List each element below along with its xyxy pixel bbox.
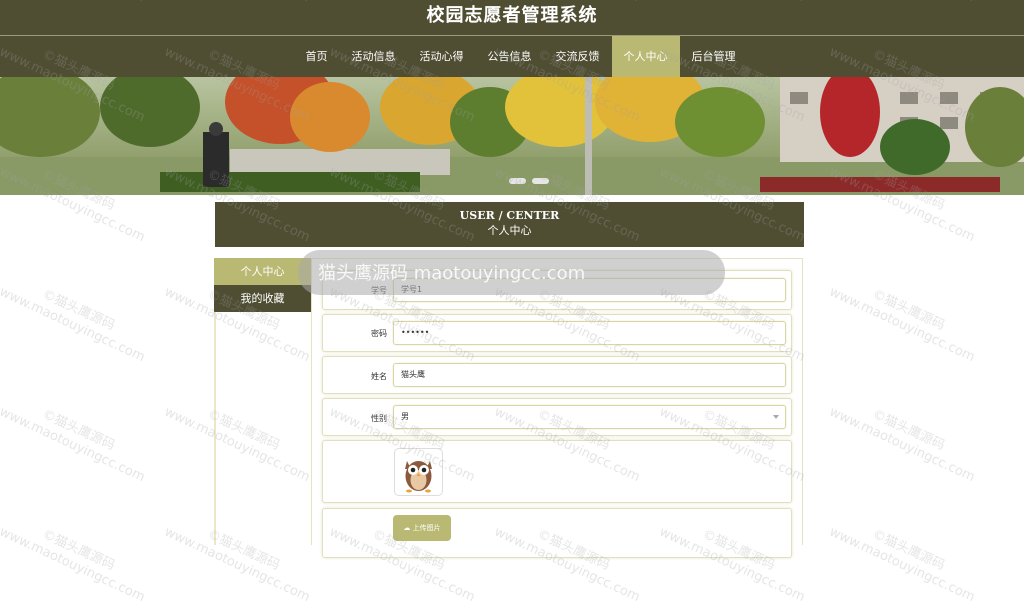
watermark-overlay-text: 猫头鹰源码 maotouyingcc.com	[318, 263, 586, 284]
owl-avatar-icon[interactable]	[394, 448, 443, 496]
watermark-line: ©猫头鹰源码	[869, 286, 947, 334]
nav-item-admin[interactable]: 后台管理	[680, 36, 748, 77]
watermark-line: ©猫头鹰源码	[204, 406, 282, 454]
carousel-dot[interactable]	[532, 178, 549, 184]
watermark-line: www.maotouyingcc.com	[0, 524, 148, 606]
carousel-dots	[509, 178, 549, 184]
watermark-line: ©猫头鹰源码	[39, 406, 117, 454]
watermark-line: www.maotouyingcc.com	[826, 284, 978, 366]
upload-image-button[interactable]: ☁ 上传图片	[393, 515, 451, 541]
page-title-zh: 个人中心	[487, 224, 532, 237]
watermark-text: ©猫头鹰源码www.maotouyingcc.com	[826, 510, 983, 606]
watermark-line: ©猫头鹰源码	[204, 526, 282, 574]
watermark-line: ©猫头鹰源码	[39, 286, 117, 334]
watermark-line: www.maotouyingcc.com	[0, 404, 148, 486]
page-title-bar: USER / CENTER 个人中心	[215, 202, 804, 247]
carousel-dot[interactable]	[509, 178, 526, 184]
gender-label: 性别	[371, 414, 387, 423]
watermark-line: ©猫头鹰源码	[869, 526, 947, 574]
gender-selected-value: 男	[401, 412, 409, 421]
gender-select[interactable]: 男	[393, 405, 786, 429]
page-title-en: USER / CENTER	[459, 209, 560, 222]
cloud-upload-icon: ☁	[403, 524, 411, 532]
chevron-down-icon	[773, 415, 779, 419]
watermark-line: www.maotouyingcc.com	[0, 284, 148, 366]
nav-item-feedback[interactable]: 交流反馈	[544, 36, 612, 77]
watermark-line: ©猫头鹰源码	[869, 406, 947, 454]
form-row-gender: 性别 男	[322, 398, 792, 436]
side-item-user-center[interactable]: 个人中心	[214, 258, 311, 285]
watermark-text: ©猫头鹰源码www.maotouyingcc.com	[161, 510, 318, 606]
name-label: 姓名	[371, 372, 387, 381]
watermark-line: www.maotouyingcc.com	[826, 524, 978, 606]
password-input[interactable]: ••••••	[393, 321, 786, 345]
password-label: 密码	[371, 329, 387, 338]
main-nav: 首页 活动信息 活动心得 公告信息 交流反馈 个人中心 后台管理	[0, 36, 1024, 77]
watermark-text: ©猫头鹰源码www.maotouyingcc.com	[161, 390, 318, 486]
form-row-upload: ☁ 上传图片	[322, 508, 792, 558]
watermark-text: ©猫头鹰源码www.maotouyingcc.com	[826, 390, 983, 486]
form-row-avatar	[322, 440, 792, 503]
name-input[interactable]: 猫头鹰	[393, 363, 786, 387]
watermark-text: ©猫头鹰源码www.maotouyingcc.com	[0, 390, 154, 486]
side-menu: 个人中心 我的收藏	[214, 258, 311, 312]
nav-item-activities[interactable]: 活动信息	[340, 36, 408, 77]
watermark-text: ©猫头鹰源码www.maotouyingcc.com	[0, 510, 154, 606]
form-row-name: 姓名 猫头鹰	[322, 356, 792, 394]
nav-item-announcements[interactable]: 公告信息	[476, 36, 544, 77]
nav-item-user-center[interactable]: 个人中心	[611, 36, 680, 77]
watermark-line: www.maotouyingcc.com	[161, 524, 313, 606]
form-row-password: 密码 ••••••	[322, 314, 792, 352]
watermark-text: ©猫头鹰源码www.maotouyingcc.com	[826, 270, 983, 366]
upload-button-label: 上传图片	[412, 524, 441, 532]
watermark-line: www.maotouyingcc.com	[161, 404, 313, 486]
watermark-line: ©猫头鹰源码	[39, 526, 117, 574]
header: 校园志愿者管理系统 首页 活动信息 活动心得 公告信息 交流反馈 个人中心 后台…	[0, 0, 1024, 77]
watermark-line: www.maotouyingcc.com	[826, 404, 978, 486]
watermark-text: ©猫头鹰源码www.maotouyingcc.com	[0, 270, 154, 366]
nav-item-home[interactable]: 首页	[294, 36, 340, 77]
nav-item-experiences[interactable]: 活动心得	[408, 36, 476, 77]
side-item-favorites[interactable]: 我的收藏	[214, 285, 311, 312]
site-title: 校园志愿者管理系统	[426, 5, 598, 26]
